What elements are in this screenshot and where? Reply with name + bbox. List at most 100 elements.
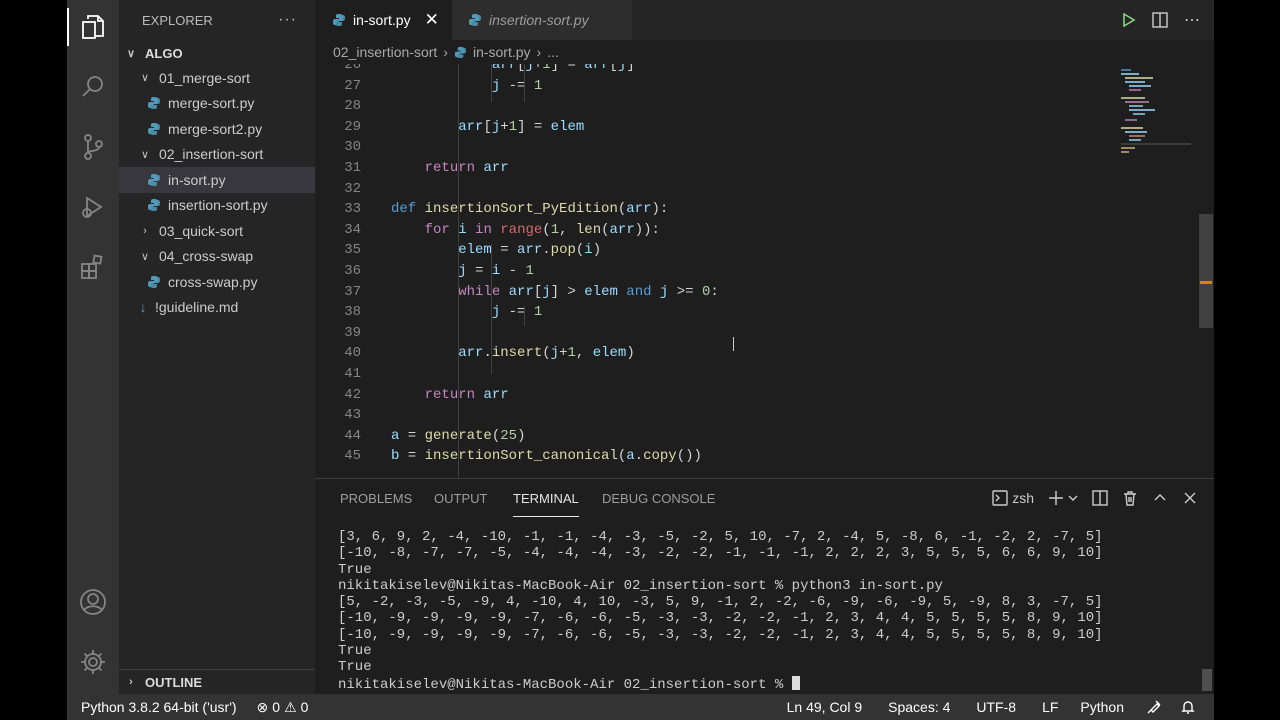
problems-indicator[interactable]: ⊗ 0 ⚠ 0 [248, 699, 318, 716]
chevron-right-icon: › [143, 224, 147, 237]
tree-file[interactable]: insertion-sort.py [119, 193, 315, 219]
tree-file[interactable]: merge-sort.py [119, 91, 315, 117]
minimap[interactable] [1115, 64, 1200, 478]
editor-scrollbar[interactable] [1199, 214, 1213, 328]
language-mode[interactable]: Python [1071, 699, 1133, 715]
python-file-icon [454, 46, 467, 58]
search-icon[interactable] [67, 64, 119, 110]
terminal-prompt[interactable]: nikitakiselev@Nikitas-MacBook-Air 02_ins… [338, 675, 1198, 693]
tree-folder[interactable]: ∨ 04_cross-swap [119, 244, 315, 270]
workspace-folder-header[interactable]: ∨ ALGO [119, 41, 315, 65]
run-debug-icon[interactable] [67, 184, 119, 230]
code-line[interactable]: 44a = generate(25) [315, 426, 1195, 447]
tree-file[interactable]: cross-swap.py [119, 269, 315, 295]
code-line[interactable]: 34 for i in range(1, len(arr)): [315, 220, 1195, 241]
code-line[interactable]: 37 while arr[j] > elem and j >= 0: [315, 282, 1195, 303]
tree-folder[interactable]: ∨ 01_merge-sort [119, 65, 315, 91]
source-control-icon[interactable] [67, 124, 119, 170]
tab-in-sort-py[interactable]: in-sort.py ✕ [315, 0, 452, 40]
line-number: 28 [344, 98, 361, 115]
more-actions-icon[interactable]: ⋯ [1184, 10, 1200, 30]
code-line[interactable]: 41 [315, 364, 1195, 385]
line-source: return arr [424, 160, 509, 176]
breadcrumb-more[interactable]: ... [547, 44, 559, 60]
tree-folder[interactable]: ∨ 02_insertion-sort [119, 142, 315, 168]
tab-label: insertion-sort.py [489, 12, 589, 28]
trash-icon[interactable] [1122, 490, 1138, 506]
extensions-icon[interactable] [67, 244, 119, 290]
code-line[interactable]: 43 [315, 405, 1195, 426]
code-editor[interactable]: 26 arr[j+1] = arr[j] 27 j -= 1 28 29 arr[j+… [315, 64, 1214, 478]
code-line[interactable]: 38 j -= 1 [315, 302, 1195, 323]
tree-item-label: cross-swap.py [168, 273, 258, 290]
code-line[interactable]: 33 def insertionSort_PyEdition(arr): [315, 199, 1195, 220]
tree-file[interactable]: merge-sort2.py [119, 116, 315, 142]
cursor-position[interactable]: Ln 49, Col 9 [778, 699, 872, 715]
settings-gear-icon[interactable] [67, 639, 119, 685]
terminal-cursor [791, 675, 800, 690]
code-line[interactable]: 45 b = insertionSort_canonical(a.copy()) [315, 446, 1195, 467]
accounts-icon[interactable] [67, 579, 119, 625]
code-line[interactable]: 32 [315, 179, 1195, 200]
python-interpreter[interactable]: Python 3.8.2 64-bit ('usr') [67, 699, 246, 715]
split-editor-icon[interactable] [1152, 12, 1168, 28]
scroll-position-marker [1200, 281, 1212, 284]
tree-file[interactable]: ↓ !guideline.md [119, 295, 315, 321]
python-file-icon [148, 199, 160, 212]
tree-folder[interactable]: › 03_quick-sort [119, 218, 315, 244]
code-line[interactable]: 26 arr[j+1] = arr[j] [315, 64, 1195, 76]
chevron-up-icon[interactable] [1152, 490, 1168, 506]
breadcrumb-file[interactable]: in-sort.py [473, 44, 531, 60]
tab-output[interactable]: OUTPUT [434, 479, 487, 517]
chevron-down-icon [1068, 495, 1078, 501]
feedback-icon[interactable] [1137, 699, 1171, 715]
code-line[interactable]: 36 j = i - 1 [315, 261, 1195, 282]
close-tab-icon[interactable]: ✕ [425, 10, 439, 30]
shell-name: zsh [1012, 490, 1034, 506]
tab-insertion-sort-py[interactable]: insertion-sort.py [452, 0, 632, 40]
tab-debug-console[interactable]: DEBUG CONSOLE [602, 479, 715, 517]
notifications-bell-icon[interactable] [1171, 699, 1214, 715]
explorer-title: EXPLORER [142, 12, 213, 28]
tab-problems[interactable]: PROBLEMS [340, 479, 412, 517]
terminal-line: [3, 6, 9, 2, -4, -10, -1, -1, -4, -3, -5… [338, 529, 1103, 545]
encoding[interactable]: UTF-8 [967, 699, 1025, 715]
chevron-right-icon: › [129, 676, 133, 688]
tab-terminal[interactable]: TERMINAL [513, 479, 579, 517]
code-line[interactable]: 28 [315, 96, 1195, 117]
python-file-icon [148, 97, 160, 110]
code-line[interactable]: 39 [315, 323, 1195, 344]
code-line[interactable]: 29 arr[j+1] = elem [315, 117, 1195, 138]
line-number: 42 [344, 386, 361, 403]
plus-icon [1049, 491, 1063, 505]
code-line[interactable]: 27 j -= 1 [315, 76, 1195, 97]
tree-item-label: 04_cross-swap [159, 248, 254, 265]
code-line[interactable]: 31 return arr [315, 158, 1195, 179]
python-file-icon [333, 14, 345, 26]
more-actions-button[interactable]: ··· [278, 11, 297, 29]
tree-item-label: merge-sort2.py [168, 120, 263, 137]
code-line[interactable]: 42 return arr [315, 385, 1195, 406]
outline-section-header[interactable]: › OUTLINE [119, 669, 315, 694]
breadcrumb-folder[interactable]: 02_insertion-sort [333, 44, 437, 60]
indentation[interactable]: Spaces: 4 [879, 699, 959, 715]
error-count: 0 [272, 699, 281, 715]
terminal-shell-selector[interactable]: zsh [992, 490, 1034, 506]
terminal-output[interactable]: [3, 6, 9, 2, -4, -10, -1, -1, -4, -3, -5… [338, 529, 1198, 693]
run-file-icon[interactable] [1122, 13, 1136, 27]
tree-file[interactable]: in-sort.py [119, 167, 315, 193]
close-panel-icon[interactable] [1182, 490, 1198, 506]
code-line[interactable]: 35 elem = arr.pop(i) [315, 240, 1195, 261]
terminal-scrollbar[interactable] [1202, 669, 1212, 691]
tab-label: in-sort.py [353, 12, 411, 28]
line-ending[interactable]: LF [1033, 699, 1067, 715]
split-terminal-icon[interactable] [1092, 490, 1108, 506]
explorer-icon[interactable] [67, 4, 119, 50]
line-number: 41 [344, 366, 361, 382]
terminal-line: [5, -2, -3, -5, -9, 4, -10, 4, 10, -3, 5… [338, 594, 1103, 611]
code-line[interactable]: 40 arr.insert(j+1, elem) [315, 343, 1195, 364]
python-file-icon [148, 275, 160, 288]
new-terminal-button[interactable] [1048, 490, 1078, 506]
code-line[interactable]: 30 [315, 137, 1195, 158]
tree-item-label: in-sort.py [168, 171, 226, 188]
